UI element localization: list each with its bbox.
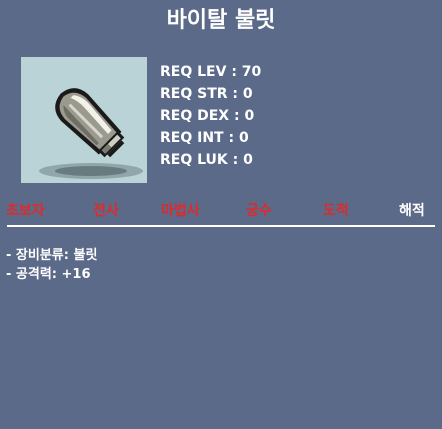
req-dex: REQ DEX : 0 <box>160 108 255 124</box>
item-name: 바이탈 불릿 <box>166 8 276 33</box>
desc-attack: - 공격력: +16 <box>6 267 91 282</box>
requirements-list: REQ LEV : 70 REQ STR : 0 REQ DEX : 0 REQ… <box>160 61 261 171</box>
job-list: 초보자 전사 마법사 궁수 도적 해적 <box>0 200 442 222</box>
job-bowman: 궁수 <box>246 203 272 219</box>
req-str: REQ STR : 0 <box>160 86 253 102</box>
job-thief: 도적 <box>323 203 349 219</box>
req-int: REQ INT : 0 <box>160 130 249 146</box>
item-icon-frame <box>21 57 147 183</box>
bullet-icon <box>39 88 143 179</box>
req-luk: REQ LUK : 0 <box>160 152 253 168</box>
job-beginner: 초보자 <box>6 203 45 219</box>
job-pirate: 해적 <box>399 203 425 219</box>
item-tooltip: 바이탈 불릿 REQ LEV : 70 REQ STR: 0 REQ DEX … <box>0 0 442 429</box>
req-level: REQ LEV : 70 <box>160 64 262 80</box>
job-magician: 마법사 <box>161 203 200 219</box>
desc-category: - 장비분류: 불릿 <box>6 248 98 263</box>
divider <box>7 225 435 227</box>
job-warrior: 전사 <box>93 203 119 219</box>
item-description: - 장비분류: 불릿 - 공격력: +16 <box>6 246 97 284</box>
